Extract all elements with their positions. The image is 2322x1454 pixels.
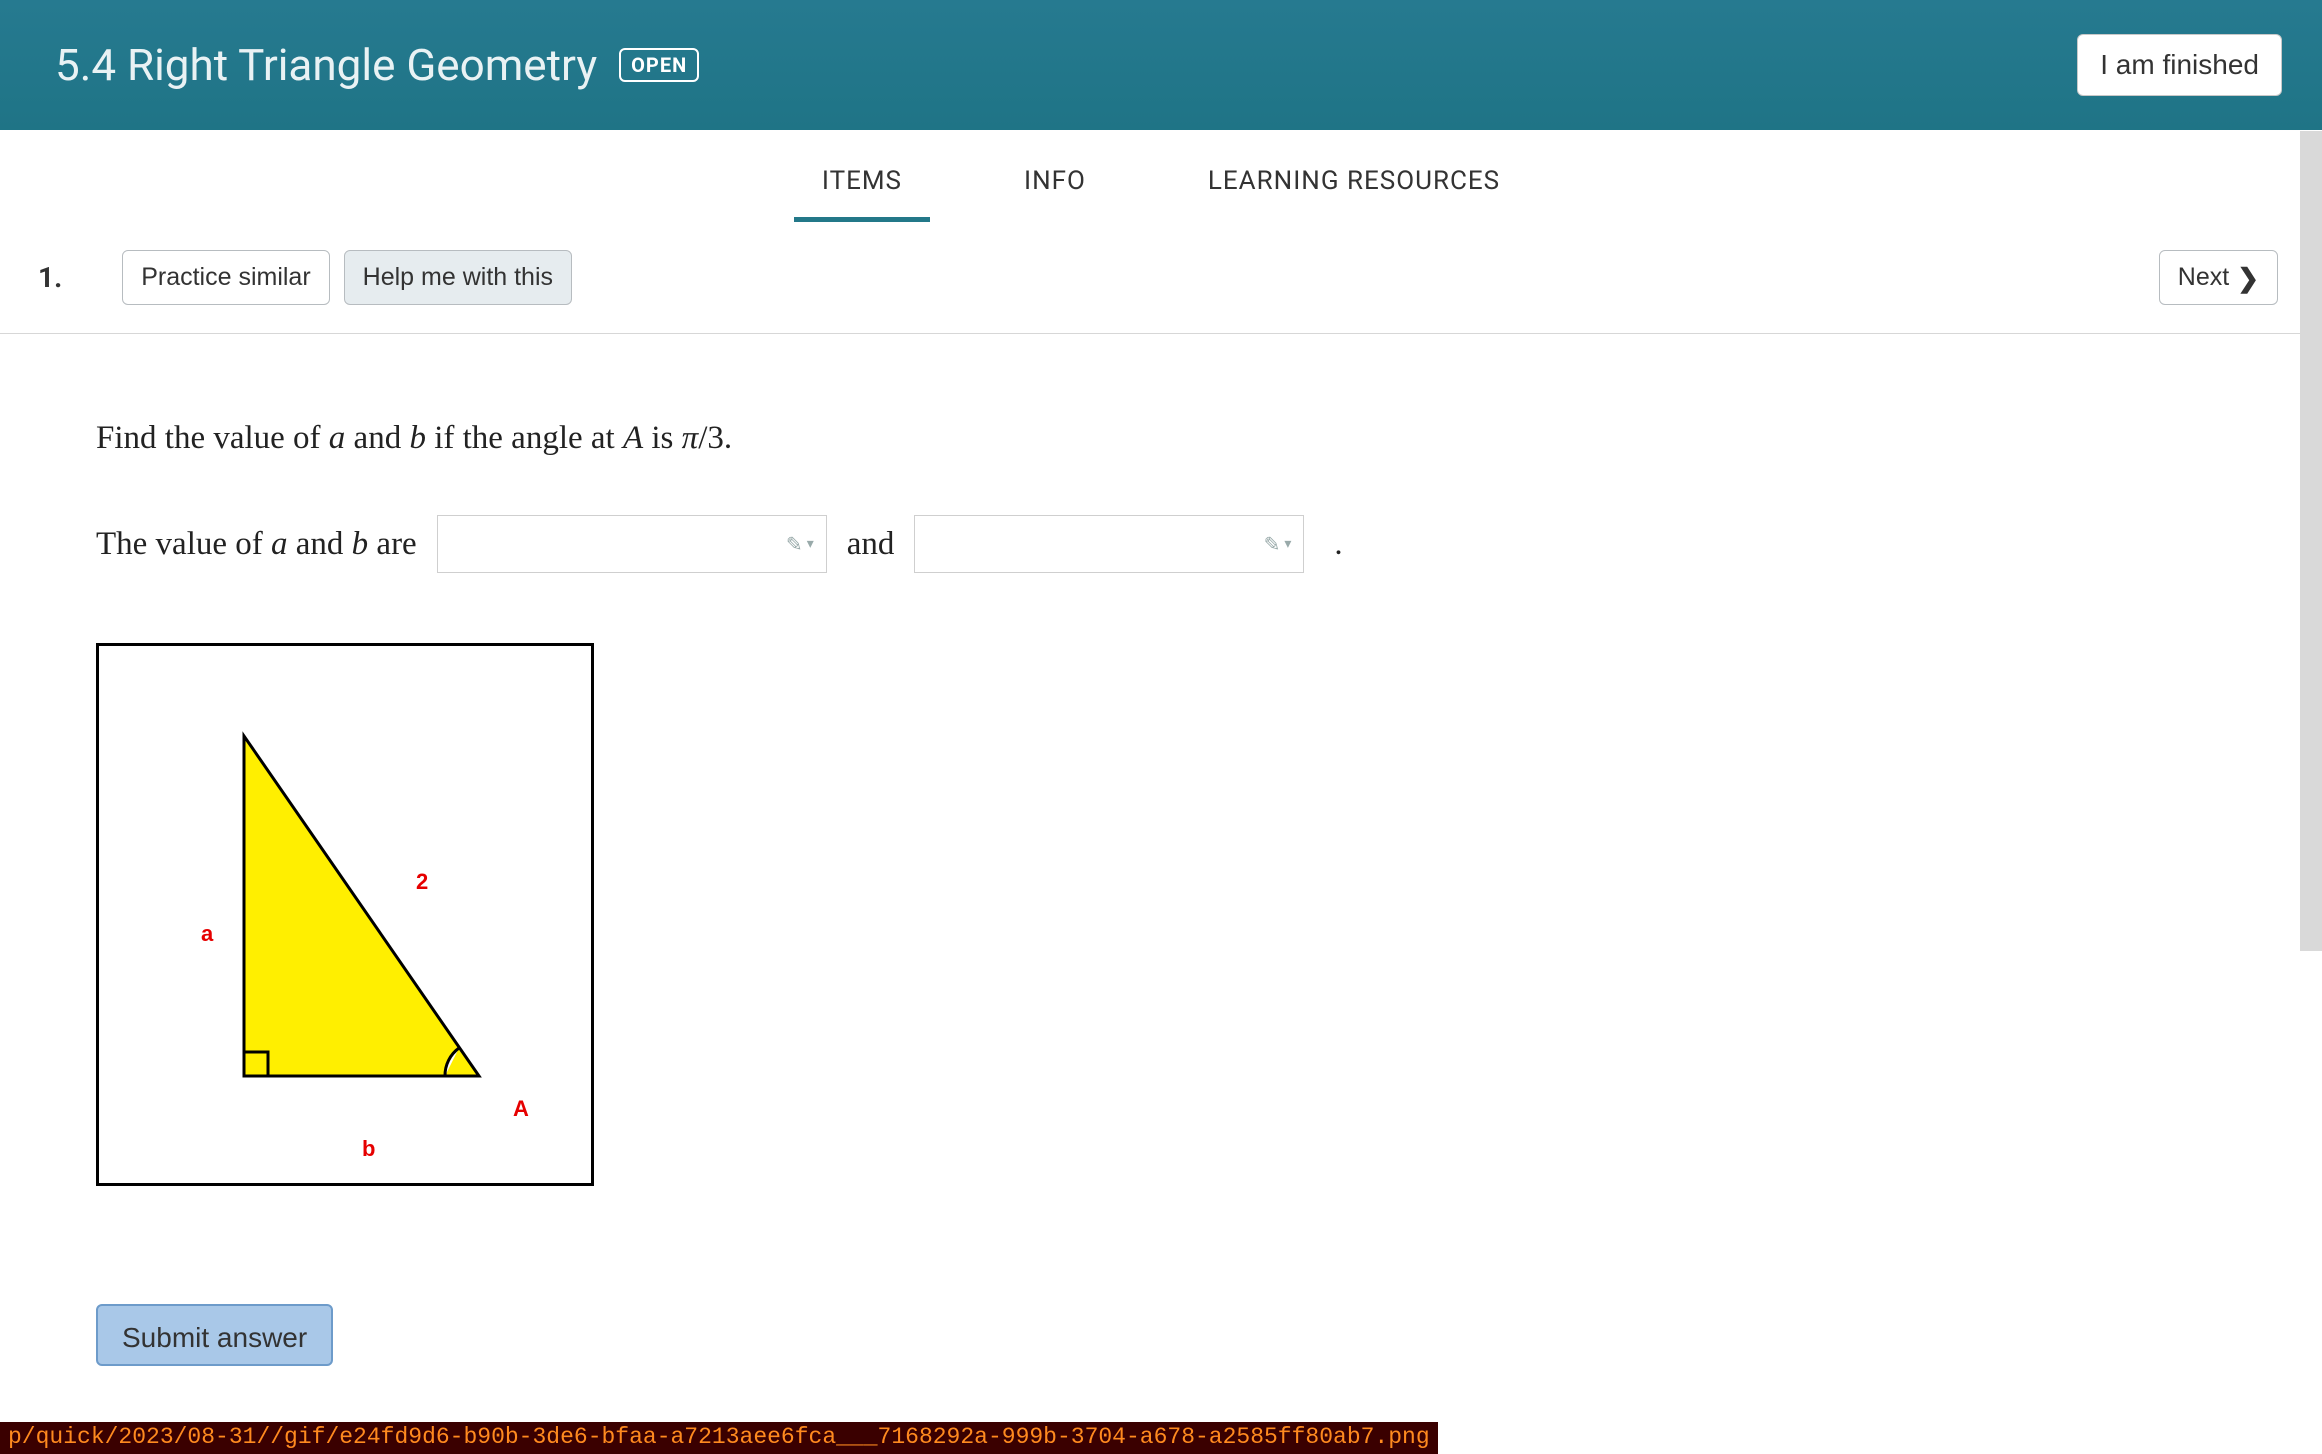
var-a: a — [329, 420, 346, 456]
label-angle-A: A — [513, 1096, 529, 1122]
answer-input-b[interactable]: ✎ ▾ — [914, 515, 1304, 573]
var-A: A — [623, 420, 643, 456]
next-button-label: Next — [2178, 263, 2229, 292]
caret-down-icon: ▾ — [807, 536, 814, 553]
status-path: p/quick/2023/08-31//gif/e24fd9d6-b90b-3d… — [0, 1422, 1438, 1454]
period: . — [1334, 526, 1342, 563]
page-title: 5.4 Right Triangle Geometry — [55, 39, 597, 91]
text: /3 — [698, 420, 724, 456]
finish-button[interactable]: I am finished — [2077, 34, 2282, 96]
submit-answer-button[interactable]: Submit answer — [96, 1304, 333, 1366]
pi: π — [682, 420, 699, 456]
text: and — [345, 420, 409, 456]
label-side-b: b — [362, 1136, 375, 1162]
var-a: a — [271, 526, 288, 562]
problem-content: Find the value of a and b if the angle a… — [0, 334, 2322, 1366]
and-word: and — [847, 526, 895, 563]
help-me-button[interactable]: Help me with this — [344, 250, 572, 305]
text: is — [643, 420, 682, 456]
text: The value of — [96, 526, 271, 562]
answer-line: The value of a and b are ✎ ▾ and ✎ ▾ . — [96, 515, 2322, 573]
question-number: 1. — [38, 261, 62, 294]
tab-items[interactable]: ITEMS — [816, 158, 908, 222]
caret-down-icon: ▾ — [1284, 536, 1291, 553]
next-button[interactable]: Next ❯ — [2159, 250, 2278, 305]
text: Find the value of — [96, 420, 329, 456]
tab-learning-resources[interactable]: LEARNING RESOURCES — [1202, 158, 1506, 222]
text: and — [288, 526, 352, 562]
pencil-icon: ✎ — [786, 532, 803, 557]
triangle-figure: a b A 2 — [96, 643, 594, 1186]
status-badge-open: OPEN — [619, 48, 699, 82]
answer-prefix: The value of a and b are — [96, 526, 417, 563]
text: . — [724, 420, 732, 456]
pencil-icon: ✎ — [1264, 532, 1281, 557]
answer-input-a[interactable]: ✎ ▾ — [437, 515, 827, 573]
var-b: b — [409, 420, 426, 456]
label-side-a: a — [201, 921, 213, 947]
app-header: 5.4 Right Triangle Geometry OPEN I am fi… — [0, 0, 2322, 130]
var-b: b — [352, 526, 369, 562]
problem-prompt: Find the value of a and b if the angle a… — [96, 420, 2322, 457]
text: if the angle at — [426, 420, 623, 456]
practice-similar-button[interactable]: Practice similar — [122, 250, 329, 305]
text: are — [368, 526, 417, 562]
chevron-right-icon: ❯ — [2237, 265, 2259, 291]
tab-bar: ITEMS INFO LEARNING RESOURCES — [0, 130, 2322, 222]
question-toolbar: 1. Practice similar Help me with this Ne… — [0, 222, 2322, 334]
tab-info[interactable]: INFO — [1018, 158, 1092, 222]
scrollbar[interactable] — [2300, 131, 2322, 951]
label-hypotenuse: 2 — [416, 869, 428, 895]
